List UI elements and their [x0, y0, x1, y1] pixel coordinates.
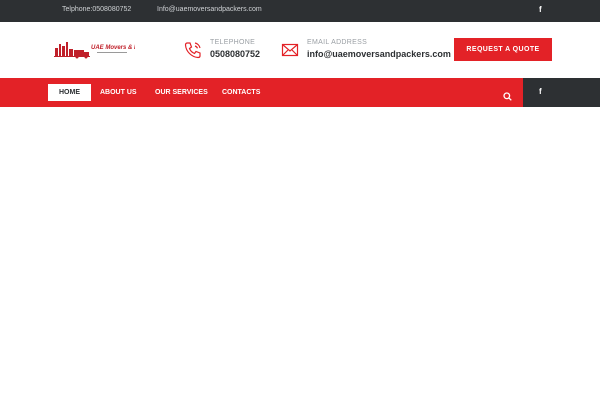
svg-text:UAE Movers & Packers: UAE Movers & Packers [91, 45, 135, 51]
nav-social-panel [523, 78, 600, 107]
topbar-phone[interactable]: Telphone:0508080752 [62, 6, 131, 13]
nav-facebook-icon[interactable]: f [539, 87, 542, 96]
nav-item-contacts[interactable]: CONTACTS [222, 84, 260, 101]
topbar-email[interactable]: Info@uaemoversandpackers.com [157, 6, 262, 13]
envelope-icon [281, 41, 299, 59]
telephone-value[interactable]: 0508080752 [210, 49, 260, 59]
email-value[interactable]: info@uaemoversandpackers.com [307, 49, 451, 59]
search-icon[interactable] [503, 88, 512, 101]
top-bar: Telphone:0508080752 Info@uaemoversandpac… [0, 0, 600, 22]
nav-item-our-services[interactable]: OUR SERVICES [155, 84, 208, 101]
header: UAE Movers & Packers TELEPHONE 050808075… [0, 22, 600, 78]
telephone-label: TELEPHONE [210, 39, 256, 46]
nav-item-about-us[interactable]: ABOUT US [100, 84, 137, 101]
company-logo[interactable]: UAE Movers & Packers [53, 40, 158, 60]
request-quote-button[interactable]: REQUEST A QUOTE [454, 38, 552, 61]
phone-icon [184, 41, 202, 59]
nav-item-home[interactable]: HOME [48, 84, 91, 101]
main-nav: HOME ABOUT US OUR SERVICES CONTACTS [0, 78, 523, 107]
facebook-icon[interactable]: f [539, 5, 542, 14]
email-label: EMAIL ADDRESS [307, 39, 368, 46]
